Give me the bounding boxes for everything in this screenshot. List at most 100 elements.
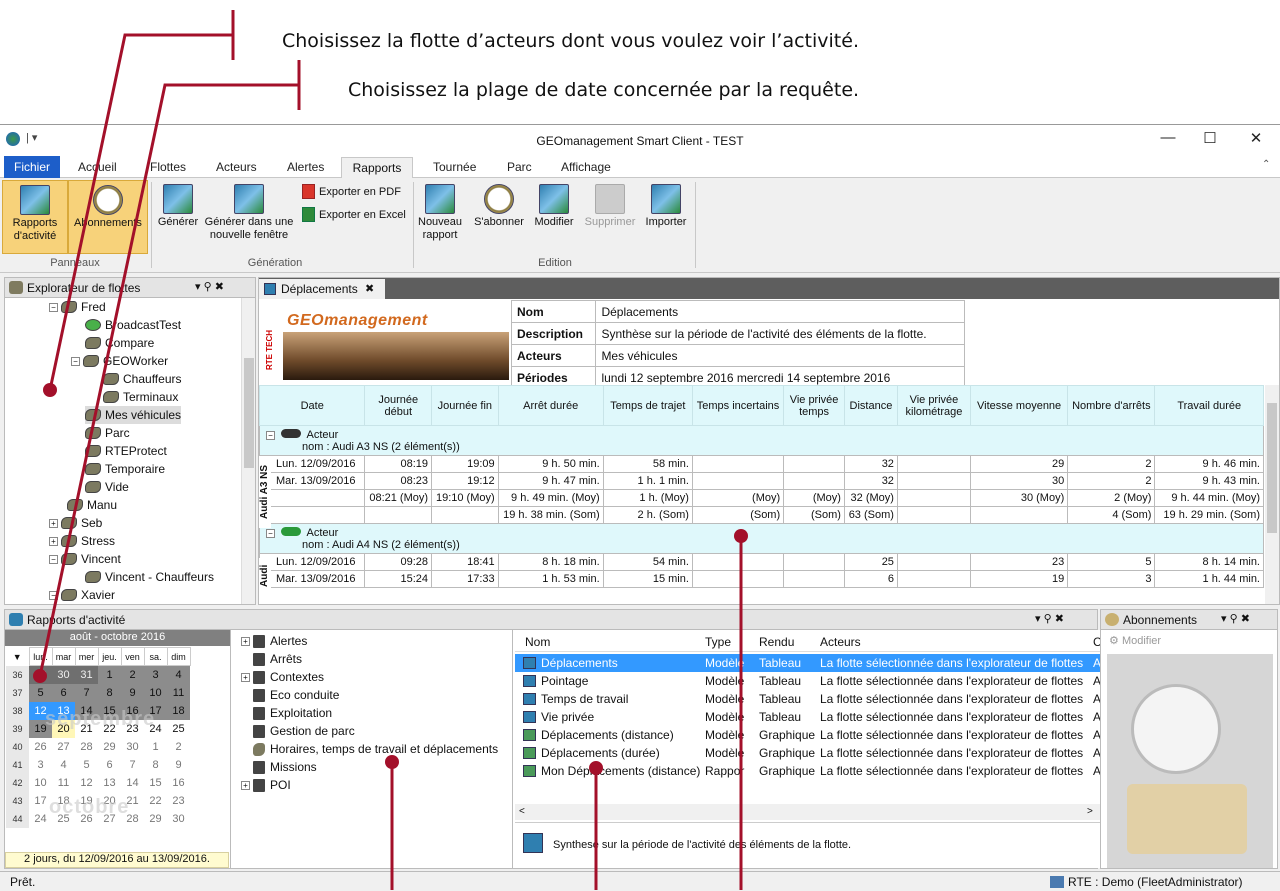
tab-flottes[interactable]: Flottes xyxy=(150,157,186,178)
table-row[interactable]: Mar. 13/09/2016 08:23 19:12 9 h. 47 min. 1 h… xyxy=(259,472,1264,490)
close-tab-icon[interactable]: ✖ xyxy=(365,282,374,295)
category-item[interactable]: Missions xyxy=(241,758,317,776)
col-header-acteurs[interactable]: Acteurs xyxy=(820,635,861,649)
col-header[interactable]: Journée fin xyxy=(431,385,499,426)
tab-acteurs[interactable]: Acteurs xyxy=(216,157,257,178)
tree-item-mes-vehicules[interactable]: Mes véhicules xyxy=(85,406,182,424)
grid-scrollbar[interactable] xyxy=(1265,385,1279,604)
tab-fichier[interactable]: Fichier xyxy=(4,156,60,178)
tab-rapports[interactable]: Rapports xyxy=(341,157,413,179)
calendar-day[interactable]: 25 xyxy=(167,719,190,738)
tree-item-manu[interactable]: Manu xyxy=(67,496,117,514)
panel-controls-icon[interactable]: ▾ ⚲ ✖ xyxy=(1221,612,1250,625)
calendar-day[interactable]: 6 xyxy=(52,683,75,702)
category-item[interactable]: Gestion de parc xyxy=(241,722,355,740)
report-list-row[interactable]: Mon Déplacements (distance) Rappor Graphiq… xyxy=(515,762,1101,780)
tree-item-fred[interactable]: − Fred xyxy=(49,298,106,316)
report-list-row[interactable]: Déplacements (durée) Modèle Graphique La fl… xyxy=(515,744,1101,762)
explorer-scrollbar[interactable] xyxy=(241,298,255,604)
category-item[interactable]: + Alertes xyxy=(241,632,307,650)
calendar-day[interactable]: 11 xyxy=(52,774,75,792)
col-header[interactable]: Nombre d'arrêts xyxy=(1067,385,1156,426)
scroll-thumb[interactable] xyxy=(244,358,254,468)
tree-item-vincent-chauffeurs[interactable]: Vincent - Chauffeurs xyxy=(85,568,214,586)
category-item[interactable]: + POI xyxy=(241,776,291,794)
exporter-excel-button[interactable]: Exporter en Excel xyxy=(302,207,406,222)
calendar-day[interactable]: 29 xyxy=(144,810,167,828)
calendar-day[interactable]: 28 xyxy=(75,738,98,756)
calendar-day[interactable]: 7 xyxy=(75,683,98,702)
calendar-day[interactable]: 31 xyxy=(75,665,98,684)
abonnements-button[interactable]: Abonnements xyxy=(68,180,148,254)
calendar-day[interactable]: 30 xyxy=(52,665,75,684)
tab-affichage[interactable]: Affichage xyxy=(561,157,611,178)
tree-item-vincent[interactable]: − Vincent xyxy=(49,550,121,568)
col-header[interactable]: Travail durée xyxy=(1154,385,1264,426)
calendar-day[interactable]: 2 xyxy=(121,665,144,684)
report-list-row[interactable]: Pointage Modèle Tableau La flotte sélection… xyxy=(515,672,1101,690)
report-list-row[interactable]: Temps de travail Modèle Tableau La flotte s… xyxy=(515,690,1101,708)
calendar-day[interactable]: 23 xyxy=(167,792,190,810)
col-header-rendu[interactable]: Rendu xyxy=(759,635,794,649)
calendar-day[interactable]: 9 xyxy=(121,683,144,702)
calendar-day[interactable]: 15 xyxy=(144,774,167,792)
calendar-day[interactable]: 27 xyxy=(52,738,75,756)
scroll-right-icon[interactable]: > xyxy=(1087,806,1093,817)
modifier-button[interactable]: Modifier xyxy=(530,184,578,229)
supprimer-button[interactable]: Supprimer xyxy=(580,184,640,229)
calendar-day[interactable]: 3 xyxy=(29,756,52,774)
category-item[interactable]: Eco conduite xyxy=(241,686,339,704)
exporter-pdf-button[interactable]: Exporter en PDF xyxy=(302,184,401,199)
calendar-day[interactable]: 4 xyxy=(167,665,190,684)
category-item[interactable]: Arrêts xyxy=(241,650,302,668)
table-row[interactable]: 19 h. 38 min. (Som) 2 h. (Som) (Som) (Som) 6… xyxy=(259,506,1264,524)
expand-icon[interactable]: + xyxy=(241,636,250,646)
calendar-day[interactable]: 10 xyxy=(29,774,52,792)
calendar-day[interactable]: 5 xyxy=(75,756,98,774)
calendar-day[interactable]: 5 xyxy=(29,683,52,702)
calendar-day[interactable]: 8 xyxy=(98,683,121,702)
collapse-ribbon-icon[interactable]: ⌃ xyxy=(1262,159,1270,170)
report-list-row[interactable]: Déplacements (distance) Modèle Graphique La… xyxy=(515,726,1101,744)
calendar-day[interactable]: 29 xyxy=(29,665,52,684)
collapse-icon[interactable]: − xyxy=(71,356,80,366)
tree-item-xavier[interactable]: − Xavier xyxy=(49,586,115,604)
calendar-day[interactable]: 18 xyxy=(167,701,190,720)
expand-icon[interactable]: + xyxy=(241,780,250,790)
generer-nouvelle-fenetre-button[interactable]: Générer dans une nouvelle fenêtre xyxy=(202,184,296,242)
calendar-day[interactable]: 26 xyxy=(29,738,52,756)
generer-button[interactable]: Générer xyxy=(155,184,201,229)
tree-item-terminaux[interactable]: Terminaux xyxy=(103,388,178,406)
group-row[interactable]: − Acteur nom : Audi A4 NS (2 élément(s)) xyxy=(259,523,1264,554)
abonnements-modifier-button[interactable]: ⚙ Modifier xyxy=(1109,634,1161,647)
collapse-icon[interactable]: − xyxy=(49,590,58,600)
table-row[interactable]: Mar. 13/09/2016 15:24 17:33 1 h. 53 min. 15 … xyxy=(259,570,1264,588)
panel-controls-icon[interactable]: ▾ ⚲ ✖ xyxy=(1035,612,1064,625)
tab-deplacements[interactable]: Déplacements ✖ xyxy=(259,279,385,299)
expand-icon[interactable]: + xyxy=(241,672,250,682)
tree-item-chauffeurs[interactable]: Chauffeurs xyxy=(103,370,181,388)
calendar-day[interactable]: 6 xyxy=(98,756,121,774)
table-row[interactable]: 08:21 (Moy) 19:10 (Moy) 9 h. 49 min. (Moy)… xyxy=(259,489,1264,507)
report-list-row[interactable]: Vie privée Modèle Tableau La flotte sélecti… xyxy=(515,708,1101,726)
scroll-left-icon[interactable]: < xyxy=(519,806,525,817)
category-item[interactable]: + Contextes xyxy=(241,668,324,686)
tree-item-broadcasttest[interactable]: BroadcastTest xyxy=(85,316,181,334)
col-header-type[interactable]: Type xyxy=(705,635,731,649)
nouveau-rapport-button[interactable]: Nouveau rapport xyxy=(418,184,462,242)
tree-item-rteprotect[interactable]: RTEProtect xyxy=(85,442,167,460)
calendar-day[interactable]: 9 xyxy=(167,756,190,774)
calendar-day[interactable]: 7 xyxy=(121,756,144,774)
close-button[interactable]: ✕ xyxy=(1236,129,1276,151)
table-row[interactable]: Lun. 12/09/2016 08:19 19:09 9 h. 50 min. 58 … xyxy=(259,455,1264,473)
tree-item-compare[interactable]: Compare xyxy=(85,334,154,352)
sabonner-button[interactable]: S'abonner xyxy=(470,184,528,229)
tree-item-vide[interactable]: Vide xyxy=(85,478,129,496)
group-toggle-icon[interactable]: − xyxy=(266,528,275,538)
col-header[interactable]: Distance xyxy=(843,385,898,426)
calendar-day[interactable]: 1 xyxy=(144,738,167,756)
tab-alertes[interactable]: Alertes xyxy=(287,157,324,178)
calendar-day[interactable]: 1 xyxy=(98,665,121,684)
col-header[interactable]: Vie privée temps xyxy=(783,385,845,426)
calendar-day[interactable]: 8 xyxy=(144,756,167,774)
